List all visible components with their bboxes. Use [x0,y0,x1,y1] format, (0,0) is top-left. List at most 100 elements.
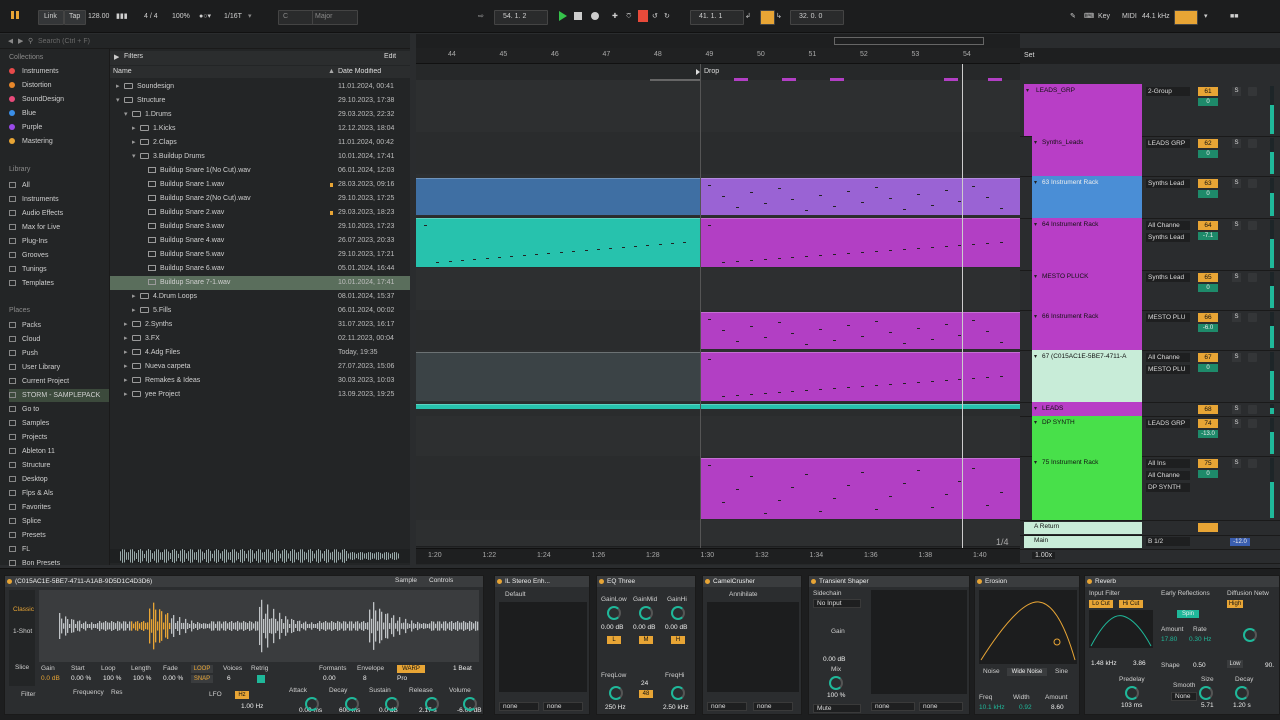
file-row[interactable]: ▸ 3.FX 02.11.2023, 00:04 [110,332,410,346]
scale-select[interactable]: Major [312,10,358,25]
draw-mode-icon[interactable]: ✎ [1070,11,1076,23]
place-item[interactable]: Desktop [9,473,109,486]
fade-value[interactable]: 0.00 % [163,675,183,682]
sort-icon[interactable]: ▲ [328,68,335,75]
place-item[interactable]: STORM - SAMPLEPACK [9,389,109,402]
library-item[interactable]: Grooves [9,249,109,262]
solo-button[interactable]: S [1232,313,1241,322]
main-track[interactable]: Main B 1/2 -12.0 [1020,535,1280,550]
track-activator[interactable]: 65 [1198,273,1218,282]
clip[interactable] [700,178,1020,215]
midi-map-label[interactable]: MIDI [1122,11,1137,23]
freqhi-value[interactable]: 2.50 kHz [663,704,689,711]
clip[interactable] [416,404,1020,409]
gainlow-knob[interactable] [607,606,621,620]
hicut-button[interactable]: Hi Cut [1119,600,1143,608]
zoom-field[interactable]: 100% [172,11,190,23]
predelay-knob[interactable] [1125,686,1139,700]
back-icon[interactable]: ◀ [8,37,13,45]
chevron-right-icon[interactable]: ▸ [132,304,140,318]
track-activator[interactable]: 61 [1198,87,1218,96]
input-select[interactable]: none [499,702,539,711]
arm-button-icon[interactable] [1248,405,1257,414]
file-row[interactable]: Buildup Snare 4.wav 26.07.2023, 20:33 [110,234,410,248]
solo-button[interactable]: S [1232,221,1241,230]
record-icon[interactable] [589,10,601,22]
chevron-down-icon[interactable]: ▾ [124,108,132,122]
low-button[interactable]: Low [1227,660,1243,668]
solo-button[interactable]: S [1232,459,1241,468]
time-signature-field[interactable]: 4 / 4 [144,11,158,23]
file-row[interactable]: Buildup Snare 3.wav 29.10.2023, 17:23 [110,220,410,234]
output-select[interactable]: none [543,702,583,711]
library-item[interactable]: Max for Live [9,221,109,234]
track-volume[interactable]: -7.1 [1198,232,1218,240]
clip[interactable] [416,352,700,401]
transient-shaper-header[interactable]: Transient Shaper [809,576,969,587]
fold-icon[interactable]: ▾ [1034,139,1037,146]
snap-toggle[interactable]: SNAP [191,675,213,683]
file-row[interactable]: ▾ 1.Drums 29.03.2023, 22:32 [110,108,410,122]
reverb-header[interactable]: Reverb [1085,576,1279,587]
loop-start-field[interactable]: 41. 1. 1 [690,10,744,25]
file-row[interactable]: ▸ 4.Adg Files Today, 19:35 [110,346,410,360]
input-select[interactable]: none [707,702,747,711]
clip[interactable] [700,218,1020,267]
gainhi-value[interactable]: 0.00 dB [665,624,687,631]
track-activator[interactable]: 66 [1198,313,1218,322]
loop-length-field[interactable]: 32. 0. 0 [790,10,844,25]
arm-button-icon[interactable] [1248,459,1257,468]
track-io-select[interactable]: 2-Group [1146,87,1190,96]
track-name[interactable]: Synths_Leads [1042,139,1083,146]
fold-icon[interactable]: ▾ [1034,179,1037,186]
attack-knob[interactable] [305,697,319,711]
fold-icon[interactable]: ▾ [1026,87,1029,94]
warp-button[interactable]: WARP [397,665,425,673]
track-header[interactable]: ▾ LEADS_GRP 2-Group 61 0 S [1020,84,1280,137]
track-volume[interactable]: -13.0 [1198,430,1218,438]
loop-value[interactable]: 100 % [103,675,121,682]
track-name[interactable]: MESTO PLUCK [1042,273,1088,280]
track-name[interactable]: 66 Instrument Rack [1042,313,1098,320]
track-volume[interactable]: 0 [1198,284,1218,292]
place-item[interactable]: Current Project [9,375,109,388]
track-header[interactable]: ▾ 67 (C015AC1E-5BE7-4711-A All Channe MESTO… [1020,350,1280,403]
place-item[interactable]: Projects [9,431,109,444]
overview-window[interactable] [834,37,984,45]
place-item[interactable]: Ableton 11 [9,445,109,458]
track-activator[interactable]: 64 [1198,221,1218,230]
search-input[interactable]: Search (Ctrl + F) [38,38,90,45]
track-header[interactable]: ▾ Synths_Leads LEADS GRP 62 0 S [1020,136,1280,177]
amount-value[interactable]: 8.60 [1051,704,1064,711]
sample-tab[interactable]: Sample [395,577,417,584]
arm-button-icon[interactable] [1248,419,1257,428]
metronome-bars-icon[interactable]: ▮▮▮ [116,11,128,23]
file-row[interactable]: Buildup Snare 1.wav 28.03.2023, 09:16 [110,178,410,192]
track-volume[interactable]: 0 [1198,364,1218,372]
loop-back-icon[interactable]: ↺ [652,11,658,23]
library-item[interactable]: Templates [9,277,109,290]
plugin-window[interactable] [707,602,799,692]
main-name[interactable]: Main [1034,537,1048,544]
plugin-window[interactable] [871,590,967,694]
mix-value[interactable]: 100 % [827,692,845,699]
size-knob[interactable] [1199,686,1213,700]
freq-value[interactable]: 10.1 kHz [979,704,1005,711]
smooth-select[interactable]: None [1171,692,1197,701]
diffusion-knob[interactable] [1243,628,1257,642]
solo-button[interactable]: S [1232,87,1241,96]
retrig-toggle[interactable] [257,675,265,683]
library-item[interactable]: Instruments [9,193,109,206]
col-date[interactable]: Date Modified [338,68,381,75]
chevron-right-icon[interactable]: ▸ [124,388,132,402]
input-select[interactable]: none [871,702,915,711]
place-item[interactable]: Packs [9,319,109,332]
tap-button[interactable]: Tap [64,10,86,25]
solo-button[interactable]: S [1232,139,1241,148]
fold-icon[interactable]: ▾ [1034,221,1037,228]
mute-button[interactable]: Mute [813,704,861,713]
length-value[interactable]: 100 % [133,675,151,682]
track-activator[interactable]: 74 [1198,419,1218,428]
mode-slice[interactable]: Slice [15,664,29,671]
gainhi-knob[interactable] [671,606,685,620]
